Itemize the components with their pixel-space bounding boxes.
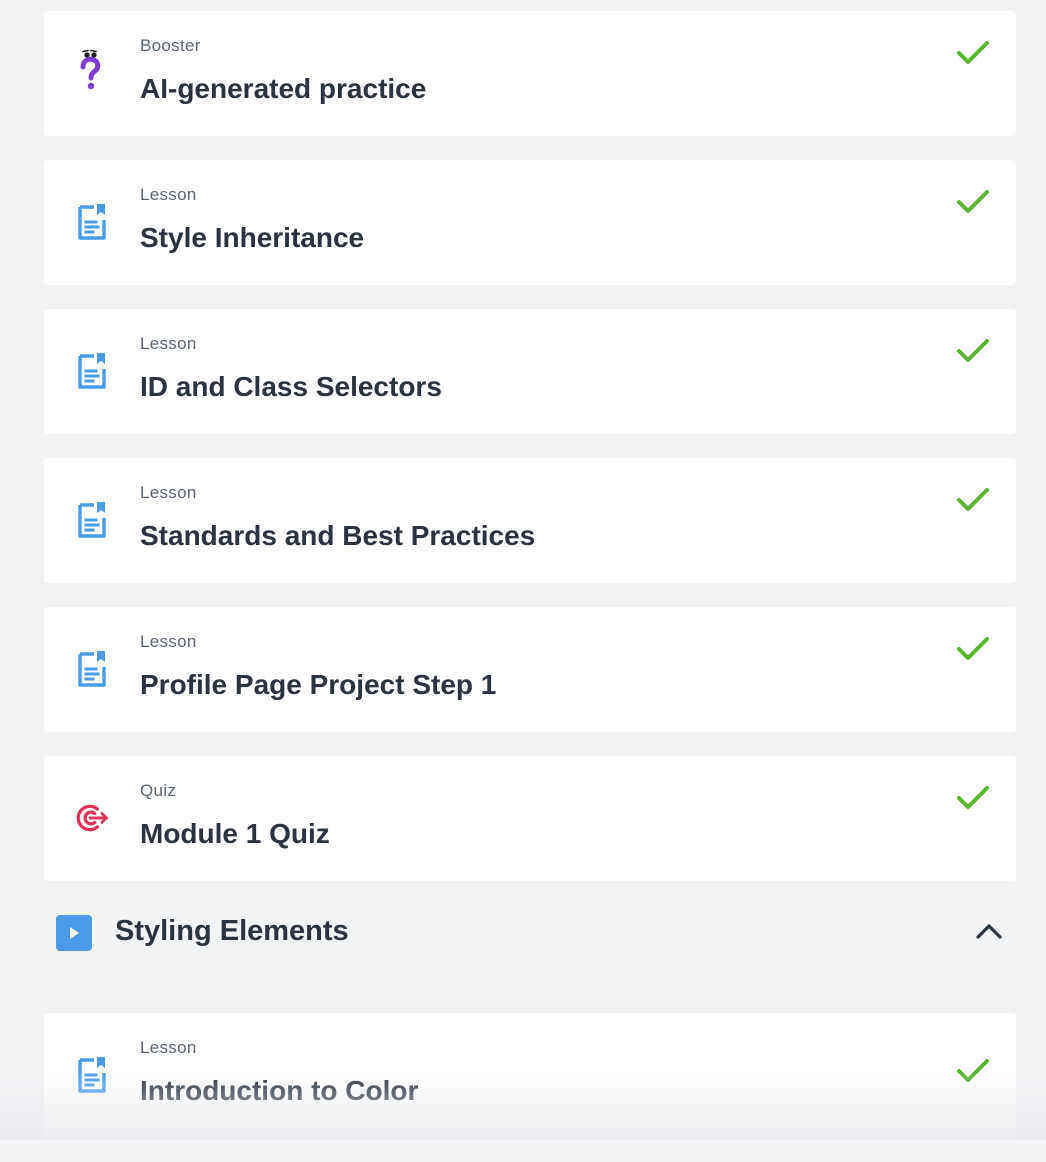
content-item-card[interactable]: Booster AI-generated practice: [44, 11, 1016, 136]
content-title: Style Inheritance: [140, 222, 365, 253]
lesson-document-icon: [74, 498, 110, 542]
checkmark-icon: [957, 41, 989, 64]
content-title: AI-generated practice: [140, 73, 427, 104]
content-title: Introduction to Color: [140, 1075, 419, 1106]
section-header-styling-elements[interactable]: Styling Elements: [44, 899, 1016, 989]
chevron-up-icon[interactable]: [974, 919, 1004, 943]
content-item-card[interactable]: Quiz Module 1 Quiz: [44, 756, 1016, 881]
booster-question-icon: [74, 49, 110, 95]
content-title: Profile Page Project Step 1: [140, 669, 497, 700]
lesson-document-icon: [74, 349, 110, 393]
lesson-document-icon: [74, 647, 110, 691]
content-type-label: Lesson: [140, 334, 197, 353]
content-title: ID and Class Selectors: [140, 371, 442, 402]
play-icon: [56, 915, 92, 951]
content-title: Standards and Best Practices: [140, 520, 536, 551]
content-type-label: Lesson: [140, 1038, 197, 1057]
checkmark-icon: [957, 1059, 989, 1082]
content-item-card[interactable]: Lesson Style Inheritance: [44, 160, 1016, 285]
content-item-card[interactable]: Lesson Standards and Best Practices: [44, 458, 1016, 583]
content-type-label: Lesson: [140, 185, 197, 204]
module-content-list: Booster AI-generated practice Lesson Sty…: [44, 11, 1016, 1162]
content-item-card[interactable]: Lesson Profile Page Project Step 1: [44, 607, 1016, 732]
content-item-card[interactable]: Lesson ID and Class Selectors: [44, 309, 1016, 434]
section-title: Styling Elements: [115, 915, 349, 947]
checkmark-icon: [957, 190, 989, 213]
quiz-target-icon: [74, 796, 110, 840]
content-type-label: Booster: [140, 36, 201, 55]
lesson-document-icon: [74, 1053, 110, 1097]
content-type-label: Quiz: [140, 781, 177, 800]
content-type-label: Lesson: [140, 632, 197, 651]
checkmark-icon: [957, 786, 989, 809]
lesson-document-icon: [74, 200, 110, 244]
content-item-card[interactable]: Lesson Introduction to Color: [44, 1013, 1016, 1138]
checkmark-icon: [957, 339, 989, 362]
checkmark-icon: [957, 637, 989, 660]
content-title: Module 1 Quiz: [140, 818, 330, 849]
content-type-label: Lesson: [140, 483, 197, 502]
checkmark-icon: [957, 488, 989, 511]
